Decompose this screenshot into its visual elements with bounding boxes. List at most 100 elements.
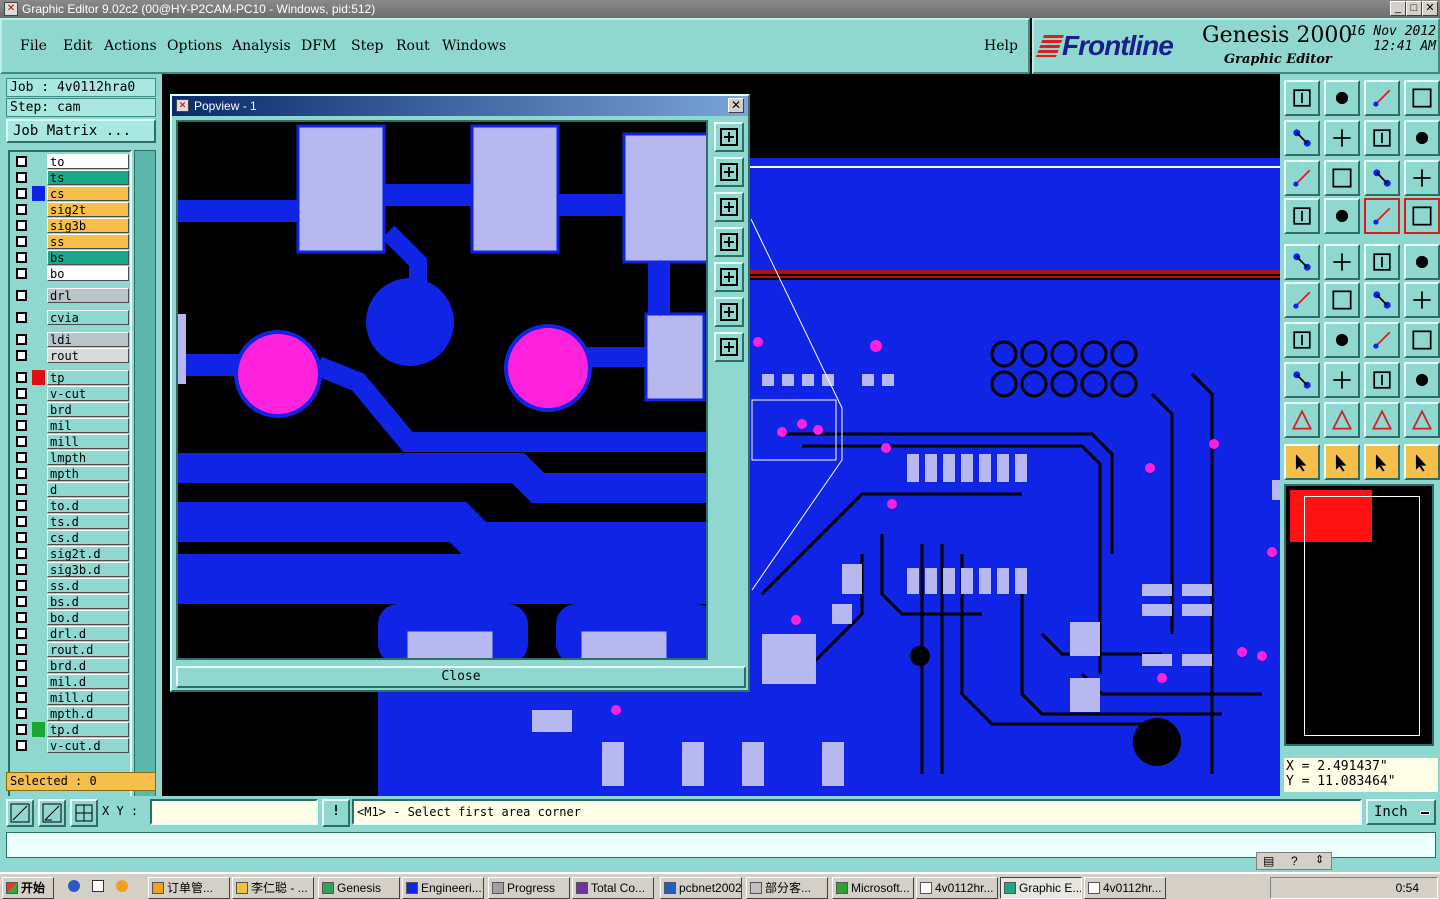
home-down-button[interactable] [1324, 80, 1360, 116]
options-icon[interactable]: ⇕ [1315, 853, 1324, 866]
layer-row-ts[interactable]: ts [12, 170, 130, 185]
layer-row-to[interactable]: to [12, 154, 130, 169]
layer-checkbox[interactable] [16, 156, 27, 167]
layer-checkbox[interactable] [16, 268, 27, 279]
triangle-outline-button[interactable] [1324, 402, 1360, 438]
pv-pan-left-button[interactable] [714, 227, 744, 257]
menu-windows[interactable]: Windows [442, 38, 506, 54]
layer-name[interactable]: mil [47, 418, 129, 433]
layer-name[interactable]: ts.d [47, 514, 129, 529]
layer-row-mill[interactable]: mill [12, 434, 130, 449]
pv-new-window-button[interactable] [714, 122, 744, 152]
layer-row-bo[interactable]: bo [12, 266, 130, 281]
layer-name[interactable]: brd.d [47, 658, 129, 673]
taskbar-item[interactable]: 4v0112hr... [916, 877, 998, 899]
zoom-area-button[interactable] [6, 799, 34, 827]
component-button[interactable] [1404, 362, 1440, 398]
start-button[interactable]: 开始 [2, 877, 54, 899]
layer-checkbox[interactable] [16, 452, 27, 463]
layer-checkbox[interactable] [16, 350, 27, 361]
outlook-icon[interactable] [92, 880, 104, 892]
layer-name[interactable]: bo [47, 266, 129, 281]
layer-name[interactable]: cvia [47, 310, 129, 325]
layer-name[interactable]: sig3b [47, 218, 129, 233]
filter-button[interactable] [1284, 198, 1320, 234]
layer-checkbox[interactable] [16, 676, 27, 687]
line-angle-button[interactable] [1284, 322, 1320, 358]
polygon-button[interactable] [1324, 244, 1360, 280]
grid-button[interactable] [70, 799, 98, 827]
snap-point-button[interactable] [1284, 244, 1320, 280]
help-icon[interactable]: ? [1291, 854, 1298, 868]
popview-close-button[interactable]: Close [176, 666, 746, 688]
layer-row-bs.d[interactable]: bs.d [12, 594, 130, 609]
layer-scrollbar[interactable] [134, 150, 156, 830]
layer-row-sig2t.d[interactable]: sig2t.d [12, 546, 130, 561]
layer-row-sig3b[interactable]: sig3b [12, 218, 130, 233]
layer-name[interactable]: sig2t.d [47, 546, 129, 561]
ime-toolbar[interactable]: ▤ ? ⇕ [1256, 852, 1332, 870]
layer-row-v-cut[interactable]: v-cut [12, 386, 130, 401]
layer-name[interactable]: cs.d [47, 530, 129, 545]
popview-close-icon[interactable]: ✕ [728, 98, 744, 113]
layer-row-cs.d[interactable]: cs.d [12, 530, 130, 545]
layer-row-drl[interactable]: drl [12, 288, 130, 303]
taskbar-item[interactable]: 部分客... [746, 877, 828, 899]
layer-checkbox[interactable] [16, 628, 27, 639]
layer-name[interactable]: ldi [47, 332, 129, 347]
taskbar-item[interactable]: pcbnet2002 [660, 877, 742, 899]
menu-rout[interactable]: Rout [396, 38, 430, 54]
desktop-icon[interactable] [116, 880, 128, 892]
layer-row-ss[interactable]: ss [12, 234, 130, 249]
layer-checkbox[interactable] [16, 236, 27, 247]
layer-name[interactable]: ts [47, 170, 129, 185]
layer-checkbox[interactable] [16, 580, 27, 591]
layer-name[interactable]: bs.d [47, 594, 129, 609]
layer-name[interactable]: bs [47, 250, 129, 265]
layer-row-rout.d[interactable]: rout.d [12, 642, 130, 657]
arc-button[interactable] [1364, 322, 1400, 358]
layer-name[interactable]: ss.d [47, 578, 129, 593]
undo-view-button[interactable] [1364, 120, 1400, 156]
zoom-fit-button[interactable] [1284, 160, 1320, 196]
layer-name[interactable]: sig2t [47, 202, 129, 217]
xy-input[interactable] [150, 799, 318, 825]
layer-row-cs[interactable]: cs [12, 186, 130, 201]
pan-right-button[interactable] [1324, 120, 1360, 156]
layer-row-v-cut.d[interactable]: v-cut.d [12, 738, 130, 753]
layer-checkbox[interactable] [16, 724, 27, 735]
taskbar-item[interactable]: Graphic E... [1000, 877, 1082, 899]
arrow-select-2-button[interactable] [1324, 444, 1360, 480]
line-red-button[interactable] [1324, 362, 1360, 398]
layer-checkbox[interactable] [16, 564, 27, 575]
layer-name[interactable]: lmpth [47, 450, 129, 465]
layer-row-ss.d[interactable]: ss.d [12, 578, 130, 593]
pv-home-down-button[interactable] [714, 192, 744, 222]
layer-row-mpth[interactable]: mpth [12, 466, 130, 481]
taskbar-item[interactable]: 4v0112hr... [1084, 877, 1166, 899]
layer-checkbox[interactable] [16, 500, 27, 511]
grid-snap-button[interactable] [1324, 198, 1360, 234]
layer-row-sig2t[interactable]: sig2t [12, 202, 130, 217]
layer-row-mil.d[interactable]: mil.d [12, 674, 130, 689]
popview-canvas[interactable] [176, 120, 708, 660]
pv-zoom-fit-button[interactable] [714, 297, 744, 327]
ruler-button[interactable] [1364, 244, 1400, 280]
move-select-button[interactable] [1404, 444, 1440, 480]
layer-checkbox[interactable] [16, 404, 27, 415]
menu-edit[interactable]: Edit [63, 38, 92, 54]
taskbar-item[interactable]: Genesis [318, 877, 400, 899]
layer-checkbox[interactable] [16, 334, 27, 345]
keyboard-icon[interactable]: ▤ [1263, 854, 1274, 868]
feature-flip-button[interactable] [1404, 322, 1440, 358]
layer-name[interactable]: mpth.d [47, 706, 129, 721]
unit-selector[interactable]: Inch [1366, 799, 1436, 825]
layer-row-sig3b.d[interactable]: sig3b.d [12, 562, 130, 577]
layer-row-brd.d[interactable]: brd.d [12, 658, 130, 673]
layer-name[interactable]: bo.d [47, 610, 129, 625]
layer-row-mpth.d[interactable]: mpth.d [12, 706, 130, 721]
layer-name[interactable]: rout.d [47, 642, 129, 657]
pv-zoom-center-button[interactable] [714, 332, 744, 362]
layer-row-to.d[interactable]: to.d [12, 498, 130, 513]
layer-checkbox[interactable] [16, 372, 27, 383]
